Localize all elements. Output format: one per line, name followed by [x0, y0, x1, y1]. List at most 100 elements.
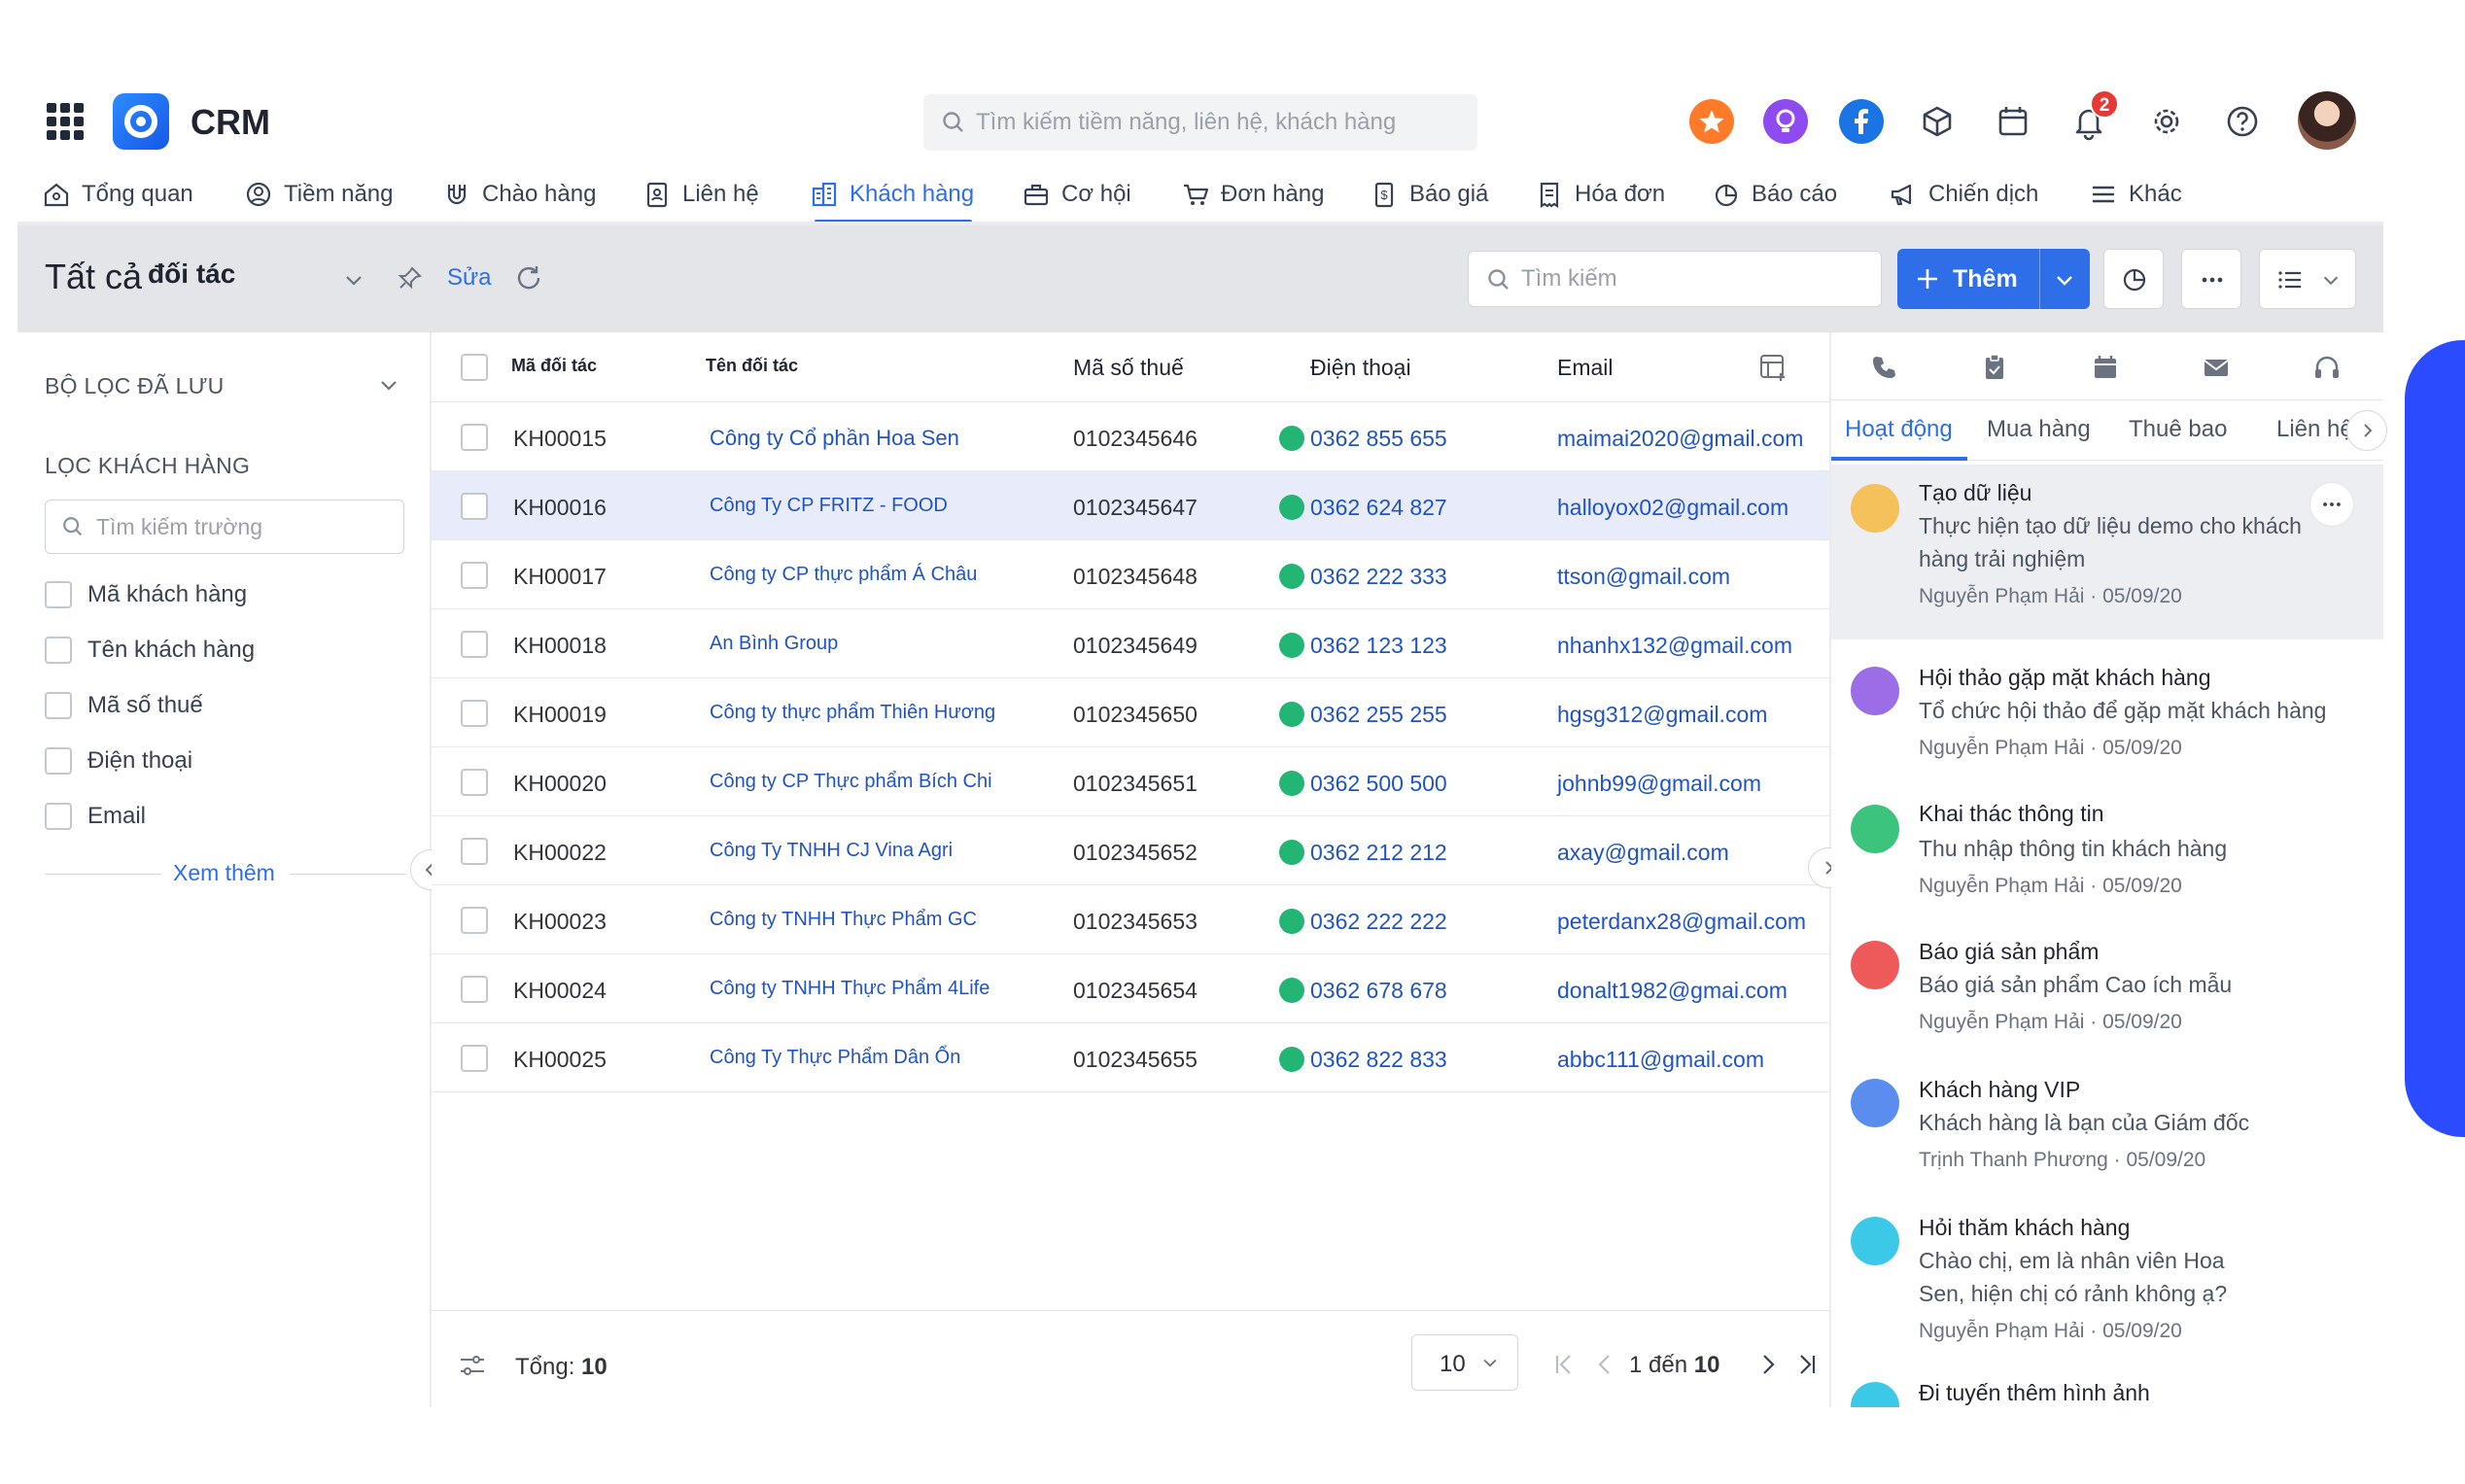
row-checkbox[interactable] [461, 631, 488, 658]
row-checkbox[interactable] [461, 976, 488, 1003]
nav-don-hang[interactable]: Đơn hàng [1180, 165, 1324, 224]
nav-tong-quan[interactable]: Tổng quan [41, 165, 193, 224]
global-search[interactable] [923, 94, 1477, 151]
table-row[interactable]: KH00015 Công ty Cổ phần Hoa Sen 01023456… [432, 402, 1829, 471]
phone-link[interactable]: 0362 212 212 [1310, 840, 1447, 866]
phone-link[interactable]: 0362 624 827 [1310, 495, 1447, 521]
row-checkbox[interactable] [461, 838, 488, 865]
email-link[interactable]: donalt1982@gmai.com [1557, 978, 1788, 1004]
col-phone[interactable]: Điện thoại [1310, 355, 1411, 381]
phone-link[interactable]: 0362 822 833 [1310, 1047, 1447, 1073]
filter-field-code[interactable]: Mã khách hàng [45, 581, 247, 608]
activity-item[interactable]: Khai thác thông tin Thu nhập thông tin k… [1831, 787, 2383, 923]
next-page-icon[interactable] [1753, 1350, 1783, 1379]
partner-name-link[interactable]: An Bình Group [710, 633, 838, 655]
phone-call-icon[interactable] [1279, 495, 1304, 520]
user-avatar[interactable] [2298, 91, 2356, 150]
list-view-toggle[interactable] [2259, 249, 2356, 309]
list-search[interactable] [1468, 251, 1882, 307]
lightbulb-icon[interactable] [1763, 99, 1808, 144]
activity-item[interactable]: Khách hàng VIP Khách hàng là bạn của Giá… [1831, 1061, 2383, 1197]
email-link[interactable]: axay@gmail.com [1557, 840, 1729, 866]
package-icon[interactable] [1915, 99, 1960, 144]
table-row[interactable]: KH00016 Công Ty CP FRITZ - FOOD 01023456… [432, 471, 1829, 540]
row-checkbox[interactable] [461, 493, 488, 520]
email-link[interactable]: maimai2020@gmail.com [1557, 426, 1803, 452]
settings-gear-icon[interactable] [2144, 99, 2189, 144]
global-search-input[interactable] [976, 94, 1462, 151]
table-row[interactable]: KH00025 Công Ty Thực Phẩm Dân Ổn 0102345… [432, 1023, 1829, 1092]
row-checkbox[interactable] [461, 1045, 488, 1072]
nav-chao-hang[interactable]: Chào hàng [441, 165, 596, 224]
page-size-select[interactable]: 10 [1411, 1334, 1518, 1391]
col-email[interactable]: Email [1557, 355, 1614, 381]
edit-view-link[interactable]: Sửa [447, 264, 491, 292]
nav-bao-gia[interactable]: $ Báo giá [1369, 165, 1488, 224]
row-checkbox[interactable] [461, 424, 488, 451]
partner-name-link[interactable]: Công ty thực phẩm Thiên Hương [710, 702, 995, 724]
phone-link[interactable]: 0362 255 255 [1310, 702, 1447, 728]
row-checkbox[interactable] [461, 700, 488, 727]
sliders-icon[interactable] [457, 1350, 488, 1381]
phone-call-icon[interactable] [1279, 978, 1304, 1003]
help-icon[interactable] [2220, 99, 2265, 144]
table-row[interactable]: KH00017 Công ty CP thực phẩm Á Châu 0102… [432, 540, 1829, 609]
last-page-icon[interactable] [1792, 1350, 1822, 1379]
table-row[interactable]: KH00022 Công Ty TNHH CJ Vina Agri 010234… [432, 816, 1829, 885]
partner-name-link[interactable]: Công ty CP Thực phẩm Bích Chi [710, 771, 992, 793]
task-icon[interactable] [1979, 352, 2010, 383]
email-link[interactable]: hgsg312@gmail.com [1557, 702, 1767, 728]
nav-hoa-don[interactable]: Hóa đơn [1534, 165, 1665, 224]
row-checkbox[interactable] [461, 907, 488, 934]
email-link[interactable]: halloyox02@gmail.com [1557, 495, 1788, 521]
phone-call-icon[interactable] [1279, 840, 1304, 865]
filter-field-email[interactable]: Email [45, 803, 146, 830]
refresh-icon[interactable] [513, 262, 544, 293]
tab-hoat-dong[interactable]: Hoạt động [1845, 416, 1953, 443]
add-button[interactable]: Thêm [1897, 249, 2090, 309]
star-icon[interactable] [1689, 99, 1734, 144]
table-row[interactable]: KH00020 Công ty CP Thực phẩm Bích Chi 01… [432, 747, 1829, 816]
field-search[interactable] [45, 500, 404, 554]
phone-call-icon[interactable] [1279, 1047, 1304, 1072]
calendar-icon[interactable] [1991, 99, 2035, 144]
phone-call-icon[interactable] [1279, 564, 1304, 589]
mail-icon[interactable] [2201, 352, 2232, 383]
nav-khach-hang[interactable]: Khách hàng [809, 165, 974, 224]
facebook-icon[interactable] [1839, 99, 1884, 144]
nav-lien-he[interactable]: Liên hệ [642, 165, 759, 224]
nav-tiem-nang[interactable]: Tiềm năng [243, 165, 394, 224]
email-link[interactable]: ttson@gmail.com [1557, 564, 1730, 590]
partner-name-link[interactable]: Công ty TNHH Thực Phẩm 4Life [710, 978, 989, 1000]
phone-call-icon[interactable] [1279, 633, 1304, 658]
checkbox[interactable] [45, 747, 72, 775]
col-name[interactable]: Tên đối tác [706, 356, 798, 376]
partner-name-link[interactable]: Công ty TNHH Thực Phẩm GC [710, 909, 977, 931]
phone-link[interactable]: 0362 855 655 [1310, 426, 1447, 452]
tab-thue-bao[interactable]: Thuê bao [2129, 416, 2227, 443]
partner-name-link[interactable]: Công ty Cổ phần Hoa Sen [710, 426, 959, 451]
partner-name-link[interactable]: Công Ty Thực Phẩm Dân Ổn [710, 1047, 960, 1069]
phone-call-icon[interactable] [1279, 771, 1304, 796]
select-all-checkbox[interactable] [461, 354, 488, 381]
saved-filters-title[interactable]: BỘ LỌC ĐÃ LƯU [45, 373, 225, 399]
partner-name-link[interactable]: Công ty CP thực phẩm Á Châu [710, 564, 977, 586]
partner-name-link[interactable]: Công Ty CP FRITZ - FOOD [710, 495, 948, 517]
phone-link[interactable]: 0362 123 123 [1310, 633, 1447, 659]
email-link[interactable]: johnb99@gmail.com [1557, 771, 1761, 797]
filter-field-phone[interactable]: Điện thoại [45, 747, 192, 775]
phone-call-icon[interactable] [1279, 702, 1304, 727]
prev-page-icon[interactable] [1590, 1350, 1619, 1379]
activity-item[interactable]: Đi tuyến thêm hình ảnh [1831, 1366, 2383, 1407]
table-row[interactable]: KH00019 Công ty thực phẩm Thiên Hương 01… [432, 678, 1829, 747]
email-link[interactable]: peterdanx28@gmail.com [1557, 909, 1806, 935]
nav-bao-cao[interactable]: Báo cáo [1711, 165, 1837, 224]
item-more-button[interactable] [2309, 482, 2354, 527]
view-title[interactable]: Tất cả đối tác [45, 257, 235, 297]
phone-link[interactable]: 0362 222 222 [1310, 909, 1447, 935]
pin-icon[interactable] [397, 264, 424, 292]
checkbox[interactable] [45, 692, 72, 719]
phone-call-icon[interactable] [1279, 909, 1304, 934]
email-link[interactable]: nhanhx132@gmail.com [1557, 633, 1792, 659]
headset-icon[interactable] [2311, 352, 2343, 383]
